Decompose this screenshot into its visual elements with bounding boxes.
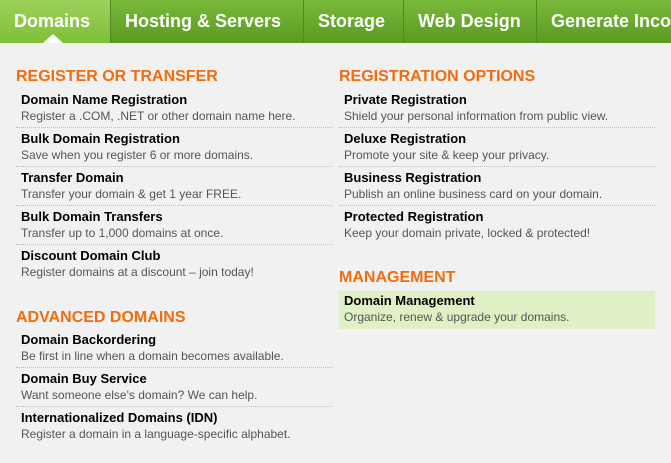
menu-item-private-registration[interactable]: Private Registration Shield your persona… (339, 90, 655, 128)
item-description: Want someone else's domain? We can help. (21, 388, 258, 402)
section-title-management: MANAGEMENT (339, 269, 456, 286)
tab-label: Storage (318, 11, 386, 31)
menu-item-bulk-domain-transfers[interactable]: Bulk Domain Transfers Transfer up to 1,0… (16, 207, 332, 245)
item-description: Transfer your domain & get 1 year FREE. (21, 187, 242, 201)
item-title: Internationalized Domains (IDN) (21, 410, 218, 425)
item-description: Keep your domain private, locked & prote… (344, 226, 591, 240)
item-title: Transfer Domain (21, 170, 124, 185)
item-title: Domain Buy Service (21, 371, 147, 386)
item-title: Domain Backordering (21, 332, 157, 347)
tab-hosting-servers[interactable]: Hosting & Servers (110, 0, 303, 43)
item-title: Domain Name Registration (21, 92, 188, 107)
item-title: Domain Management (344, 293, 475, 308)
domains-dropdown-menu: REGISTER OR TRANSFER Domain Name Registr… (0, 43, 671, 463)
item-description: Publish an online business card on your … (344, 187, 603, 201)
menu-item-transfer-domain[interactable]: Transfer Domain Transfer your domain & g… (16, 168, 332, 206)
item-title: Protected Registration (344, 209, 484, 224)
active-tab-pointer (43, 34, 63, 43)
item-title: Business Registration (344, 170, 482, 185)
menu-item-domain-name-registration[interactable]: Domain Name Registration Register a .COM… (16, 90, 332, 128)
item-title: Bulk Domain Transfers (21, 209, 163, 224)
item-title: Deluxe Registration (344, 131, 467, 146)
item-description: Register a domain in a language-specific… (21, 427, 291, 441)
item-title: Private Registration (344, 92, 467, 107)
section-title-register-transfer: REGISTER OR TRANSFER (16, 68, 218, 85)
tab-web-design[interactable]: Web Design (403, 0, 536, 43)
section-title-advanced-domains: ADVANCED DOMAINS (16, 309, 186, 326)
menu-item-business-registration[interactable]: Business Registration Publish an online … (339, 168, 655, 206)
item-description: Be first in line when a domain becomes a… (21, 349, 284, 363)
item-description: Register a .COM, .NET or other domain na… (21, 109, 296, 123)
item-title: Discount Domain Club (21, 248, 161, 263)
item-description: Register domains at a discount – join to… (21, 265, 254, 279)
item-description: Promote your site & keep your privacy. (344, 148, 550, 162)
item-title: Bulk Domain Registration (21, 131, 180, 146)
tab-storage[interactable]: Storage (303, 0, 403, 43)
item-description: Save when you register 6 or more domains… (21, 148, 254, 162)
tab-generate-income[interactable]: Generate Inco (536, 0, 671, 43)
top-nav: Domains Hosting & Servers Storage Web De… (0, 0, 671, 43)
tab-label: Generate Inco (551, 11, 671, 31)
tab-label: Hosting & Servers (125, 11, 282, 31)
item-description: Shield your personal information from pu… (344, 109, 609, 123)
menu-item-internationalized-domains[interactable]: Internationalized Domains (IDN) Register… (16, 408, 332, 446)
item-description: Transfer up to 1,000 domains at once. (21, 226, 224, 240)
menu-item-domain-management[interactable]: Domain Management Organize, renew & upgr… (339, 291, 655, 329)
menu-item-domain-buy-service[interactable]: Domain Buy Service Want someone else's d… (16, 369, 332, 407)
tab-label: Domains (14, 11, 91, 31)
menu-item-deluxe-registration[interactable]: Deluxe Registration Promote your site & … (339, 129, 655, 167)
section-title-registration-options: REGISTRATION OPTIONS (339, 68, 536, 85)
menu-item-discount-domain-club[interactable]: Discount Domain Club Register domains at… (16, 246, 332, 284)
menu-item-domain-backordering[interactable]: Domain Backordering Be first in line whe… (16, 330, 332, 368)
tab-label: Web Design (418, 11, 521, 31)
menu-item-bulk-domain-registration[interactable]: Bulk Domain Registration Save when you r… (16, 129, 332, 167)
menu-item-protected-registration[interactable]: Protected Registration Keep your domain … (339, 207, 655, 245)
item-description: Organize, renew & upgrade your domains. (344, 310, 570, 324)
